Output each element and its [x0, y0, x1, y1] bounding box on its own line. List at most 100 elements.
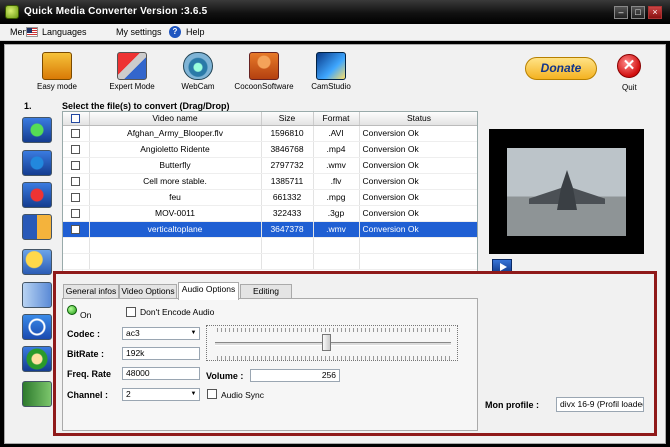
table-row-selected[interactable]: verticaltoplane 3647378 .wmv Conversion …: [63, 221, 477, 238]
column-header-size[interactable]: Size: [261, 112, 314, 126]
table-row[interactable]: MOV-0011 322433 .3gp Conversion Ok: [63, 205, 477, 222]
easy-mode-label: Easy mode: [36, 82, 78, 91]
window-title: Quick Media Converter Version :3.6.5: [24, 6, 208, 17]
column-header-status[interactable]: Status: [359, 112, 477, 126]
remove-file-button[interactable]: [22, 182, 52, 208]
help-icon: ?: [169, 26, 181, 38]
row-checkbox-cell[interactable]: [63, 141, 90, 158]
codec-select[interactable]: ac3 ▼: [122, 327, 200, 340]
menu-item-help[interactable]: Help: [186, 27, 205, 37]
table-header-row: Video name Size Format Status: [63, 112, 477, 126]
sync-button[interactable]: [22, 346, 52, 372]
file-info-button[interactable]: [22, 150, 52, 176]
status-cell: Conversion Ok: [359, 173, 477, 190]
chevron-down-icon: ▼: [190, 330, 197, 336]
add-file-button[interactable]: [22, 117, 52, 143]
file-table[interactable]: Video name Size Format Status Afghan_Arm…: [62, 111, 478, 274]
table-row[interactable]: Butterfly 2797732 .wmv Conversion Ok: [63, 157, 477, 174]
channel-select[interactable]: 2 ▼: [122, 388, 200, 401]
menu-item-languages[interactable]: Languages: [42, 27, 87, 37]
tab-audio-options[interactable]: Audio Options: [178, 282, 239, 300]
donate-button[interactable]: Donate: [525, 57, 597, 80]
row-checkbox-cell[interactable]: [63, 157, 90, 174]
row-checkbox-cell[interactable]: [63, 173, 90, 190]
size-cell: 322433: [261, 205, 314, 222]
easy-mode-icon: [42, 52, 72, 80]
minimize-button[interactable]: –: [614, 6, 628, 19]
volume-input[interactable]: 256: [250, 369, 340, 382]
tools-icon: [117, 52, 147, 80]
status-cell: Conversion Ok: [359, 125, 477, 142]
favorites-button[interactable]: [22, 249, 52, 275]
row-checkbox[interactable]: [71, 145, 81, 155]
preview-frame: [507, 148, 626, 236]
profile-label: Mon profile :: [485, 400, 539, 410]
easy-mode-button[interactable]: Easy mode: [36, 52, 78, 91]
expert-mode-label: Expert Mode: [109, 82, 155, 91]
refresh-button[interactable]: [22, 314, 52, 340]
exit-button[interactable]: [22, 381, 52, 407]
format-cell: .mp4: [313, 141, 360, 158]
camstudio-button[interactable]: CamStudio: [308, 52, 354, 91]
convert-button[interactable]: [22, 214, 52, 240]
table-row[interactable]: Angioletto Ridente 3846768 .mp4 Conversi…: [63, 141, 477, 158]
slider-thumb[interactable]: [321, 334, 331, 351]
menu-item-my-settings[interactable]: My settings: [116, 27, 162, 37]
row-checkbox-cell[interactable]: [63, 125, 90, 142]
status-cell: Conversion Ok: [359, 157, 477, 174]
row-checkbox[interactable]: [71, 193, 81, 203]
status-led-icon: [67, 305, 77, 315]
freq-rate-input[interactable]: 48000: [122, 367, 200, 380]
maximize-button[interactable]: □: [631, 6, 645, 19]
row-checkbox-cell[interactable]: [63, 205, 90, 222]
row-checkbox[interactable]: [71, 129, 81, 139]
column-header-video-name[interactable]: Video name: [89, 112, 262, 126]
row-checkbox[interactable]: [71, 161, 81, 171]
audio-sync-checkbox[interactable]: [207, 389, 217, 399]
profile-input[interactable]: divx 16-9 (Profil loaded: [556, 397, 644, 412]
tab-general-infos[interactable]: General infos: [63, 284, 119, 299]
table-row[interactable]: Cell more stable. 1385711 .flv Conversio…: [63, 173, 477, 190]
open-folder-button[interactable]: [22, 282, 52, 308]
quit-icon[interactable]: ✕: [617, 54, 641, 78]
format-cell: .wmv: [313, 157, 360, 174]
dont-encode-audio-checkbox[interactable]: [126, 307, 136, 317]
format-cell: .wmv: [313, 221, 360, 238]
bitrate-input[interactable]: 192k: [122, 347, 200, 360]
empty-row: [63, 237, 477, 254]
volume-slider[interactable]: [206, 325, 458, 361]
select-all-column[interactable]: [63, 112, 90, 126]
close-button[interactable]: ×: [648, 6, 662, 19]
on-label: On: [80, 310, 92, 320]
size-cell: 661332: [261, 189, 314, 206]
row-checkbox[interactable]: [71, 225, 81, 235]
table-row[interactable]: feu 661332 .mpg Conversion Ok: [63, 189, 477, 206]
quit-label[interactable]: Quit: [622, 83, 637, 92]
size-cell: 3846768: [261, 141, 314, 158]
step-number: 1.: [24, 101, 32, 111]
us-flag-icon: [26, 27, 38, 37]
size-cell: 3647378: [261, 221, 314, 238]
webcam-icon: [183, 52, 213, 80]
row-checkbox-cell[interactable]: [63, 221, 90, 238]
row-checkbox[interactable]: [71, 177, 81, 187]
tab-video-options[interactable]: Video Options: [119, 284, 177, 299]
video-name-cell: feu: [89, 189, 262, 206]
column-header-format[interactable]: Format: [313, 112, 360, 126]
volume-label: Volume :: [206, 371, 244, 381]
row-checkbox-cell[interactable]: [63, 189, 90, 206]
size-cell: 1596810: [261, 125, 314, 142]
cocoon-software-label: CocoonSoftware: [234, 82, 294, 91]
status-cell: Conversion Ok: [359, 189, 477, 206]
webcam-button[interactable]: WebCam: [178, 52, 218, 91]
freq-rate-label: Freq. Rate: [67, 369, 112, 379]
cocoon-software-button[interactable]: CocoonSoftware: [230, 52, 298, 91]
select-all-checkbox[interactable]: [71, 114, 81, 124]
dont-encode-audio-label: Don't Encode Audio: [140, 307, 215, 317]
status-cell: Conversion Ok: [359, 205, 477, 222]
table-row[interactable]: Afghan_Army_Blooper.flv 1596810 .AVI Con…: [63, 125, 477, 142]
tab-editing[interactable]: Editing: [240, 284, 292, 299]
row-checkbox[interactable]: [71, 209, 81, 219]
expert-mode-button[interactable]: Expert Mode: [106, 52, 158, 91]
format-cell: .3gp: [313, 205, 360, 222]
